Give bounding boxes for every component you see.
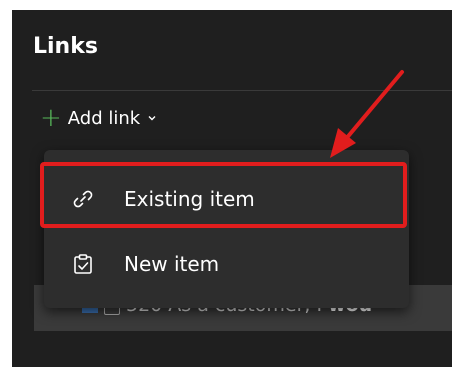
highlight-box xyxy=(40,162,407,228)
menu-item-new-label: New item xyxy=(124,252,220,276)
add-link-button[interactable]: + Add link xyxy=(40,104,156,132)
section-title: Links xyxy=(33,34,98,59)
divider xyxy=(32,90,452,91)
chevron-down-icon xyxy=(148,116,156,121)
add-link-label: Add link xyxy=(67,107,141,129)
clipboard-check-icon xyxy=(74,254,92,274)
menu-item-new[interactable]: New item xyxy=(44,234,409,294)
plus-icon: + xyxy=(40,103,62,133)
